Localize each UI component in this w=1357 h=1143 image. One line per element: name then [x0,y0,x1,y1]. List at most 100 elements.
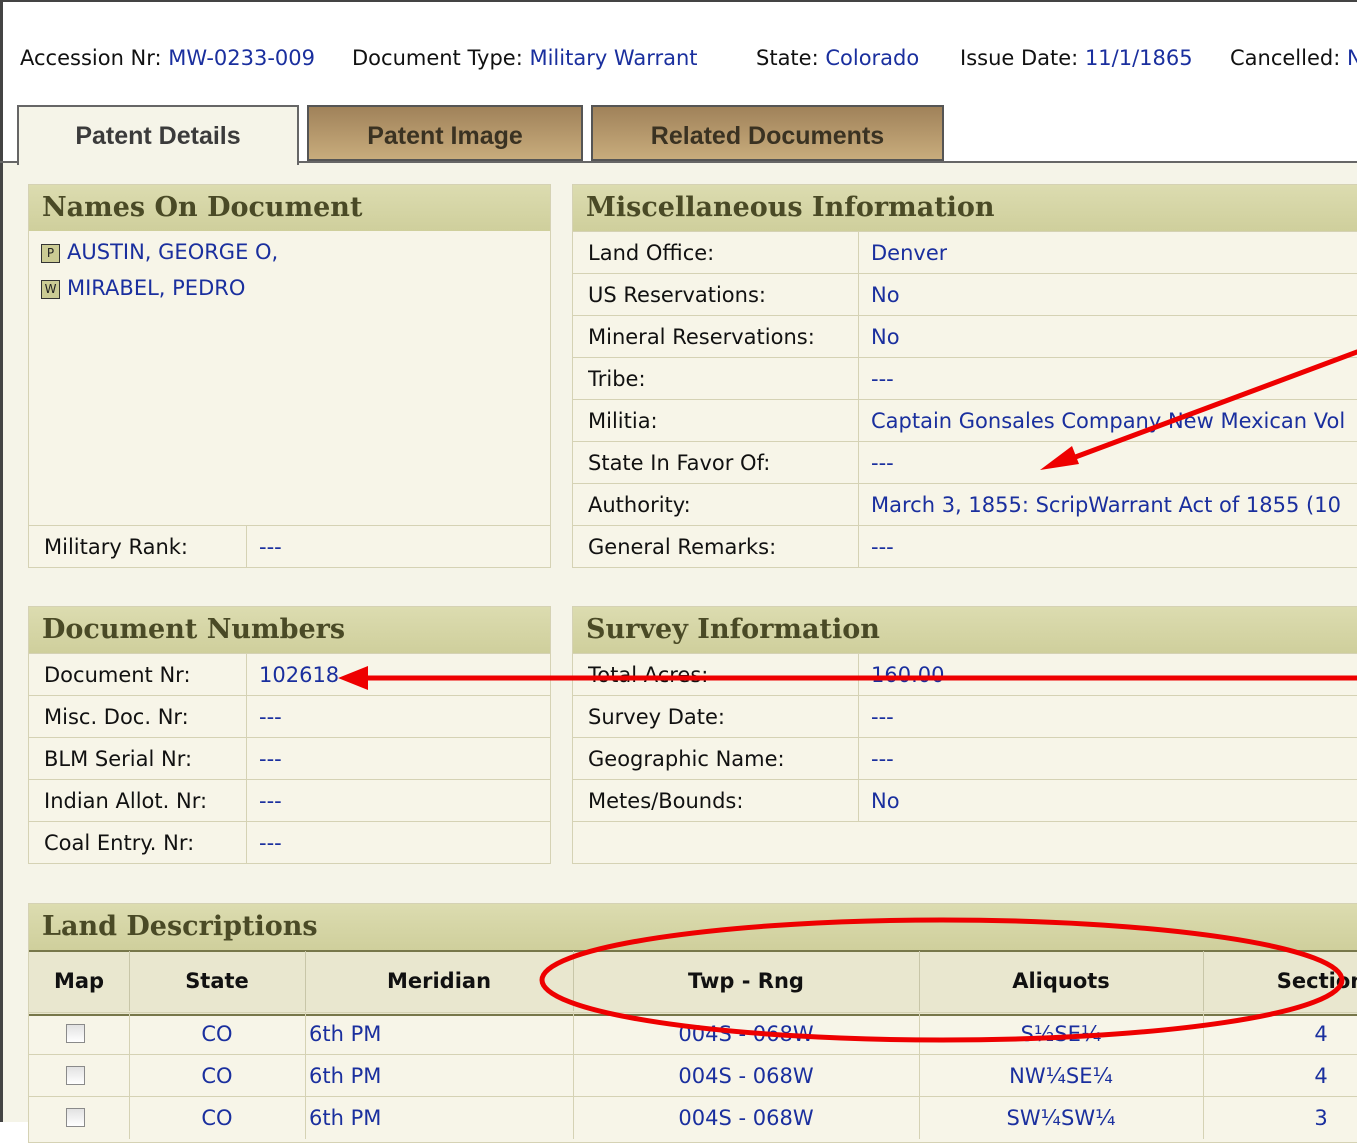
survey-value: 160.00 [871,663,945,687]
authority-link[interactable]: March 3, 1855: ScripWarrant Act of 1855 … [871,484,1341,526]
misc-panel-title: Miscellaneous Information [573,185,1357,231]
table-row: CO 6th PM 004S - 068W NW¼SE¼ 4 [29,1054,1357,1097]
misc-value: Captain Gonsales Company New Mexican Vol [871,409,1346,433]
docnum-row: Indian Allot. Nr: --- [29,779,550,822]
survey-value: --- [871,747,894,771]
document-nr-link[interactable]: 102618 [259,654,339,696]
cell-section: 4 [1314,1022,1328,1046]
cell-section: 4 [1314,1064,1328,1088]
cell-aliquots: SW¼SW¼ [1006,1106,1116,1130]
cell-section: 3 [1314,1106,1328,1130]
col-meridian: Meridian [386,969,492,993]
accession-label: Accession Nr: [20,46,162,70]
misc-row-mineral-reservations: Mineral Reservations: No [573,315,1357,358]
cell-aliquots: S½SE¼ [1020,1022,1102,1046]
map-checkbox[interactable] [66,1066,85,1085]
misc-value: --- [871,451,894,475]
survey-row: Survey Date: --- [573,695,1357,738]
military-rank-row: Military Rank: --- [29,525,550,568]
issue-date-value: 11/1/1865 [1084,46,1193,70]
active-tab-gap [19,160,297,164]
survey-label: Metes/Bounds: [588,789,744,813]
map-checkbox[interactable] [66,1024,85,1043]
state-value: Colorado [825,46,920,70]
document-type-value: Military Warrant [529,46,698,70]
misc-label: Tribe: [588,367,646,391]
document-type-label: Document Type: [352,46,523,70]
land-descriptions-panel: Land Descriptions Map State Meridian Twp… [28,903,1357,1143]
misc-label: General Remarks: [588,535,777,559]
name-entry: W MIRABEL, PEDRO [41,271,245,305]
misc-panel: Miscellaneous Information Land Office: D… [572,184,1357,568]
col-aliquots: Aliquots [1012,969,1110,993]
misc-row-tribe: Tribe: --- [573,357,1357,400]
survey-row: Geographic Name: --- [573,737,1357,780]
misc-row-general-remarks: General Remarks: --- [573,525,1357,568]
docnum-value: --- [259,789,282,813]
accession-value: MW-0233-009 [168,46,316,70]
cancelled-field: Cancelled: N [1230,46,1357,70]
document-type-field: Document Type: Military Warrant [352,46,698,70]
docnum-label: BLM Serial Nr: [44,747,193,771]
tab-patent-image[interactable]: Patent Image [307,105,583,161]
document-numbers-panel: Document Numbers Document Nr: 102618 Mis… [28,606,551,864]
docnum-row: Document Nr: 102618 [29,653,550,696]
table-row: CO 6th PM 004S - 068W S½SE¼ 4 [29,1012,1357,1055]
survey-label: Total Acres: [588,663,709,687]
survey-label: Survey Date: [588,705,725,729]
docnum-label: Coal Entry. Nr: [44,831,195,855]
docnum-label: Misc. Doc. Nr: [44,705,189,729]
patentee-badge: P [41,244,60,263]
misc-label: Militia: [588,409,658,433]
misc-value: No [871,283,900,307]
name-link[interactable]: MIRABEL, PEDRO [67,276,245,300]
military-rank-value: --- [259,535,282,559]
survey-row: Total Acres: 160.00 [573,653,1357,696]
cell-state: CO [201,1022,233,1046]
misc-value: --- [871,367,894,391]
docnum-value: --- [259,747,282,771]
col-section: Section [1276,969,1357,993]
misc-value: --- [871,535,894,559]
state-field: State: Colorado [756,46,919,70]
docnum-row: Coal Entry. Nr: --- [29,821,550,864]
col-map: Map [53,969,105,993]
misc-row-state-in-favor-of: State In Favor Of: --- [573,441,1357,484]
cell-state: CO [201,1064,233,1088]
cell-aliquots: NW¼SE¼ [1009,1064,1113,1088]
misc-label: Mineral Reservations: [588,325,815,349]
warrantee-badge: W [41,280,60,299]
misc-row-us-reservations: US Reservations: No [573,273,1357,316]
names-panel: Names On Document P AUSTIN, GEORGE O, W MI… [28,184,551,568]
cell-meridian: 6th PM [309,1064,382,1088]
survey-panel: Survey Information Total Acres: 160.00 S… [572,606,1357,864]
misc-row-militia: Militia: Captain Gonsales Company New Me… [573,399,1357,442]
survey-bottom-rule [573,821,1357,822]
military-rank-label: Military Rank: [44,535,189,559]
name-link[interactable]: AUSTIN, GEORGE O, [67,240,278,264]
cell-meridian: 6th PM [309,1106,382,1130]
document-numbers-title: Document Numbers [29,607,550,653]
tab-patent-details[interactable]: Patent Details [17,105,299,165]
cell-twp-rng: 004S - 068W [678,1022,814,1046]
docnum-label: Indian Allot. Nr: [44,789,208,813]
misc-row-land-office: Land Office: Denver [573,231,1357,274]
col-state: State [185,969,249,993]
misc-label: State In Favor Of: [588,451,771,475]
issue-date-label: Issue Date: [960,46,1079,70]
docnum-row: Misc. Doc. Nr: --- [29,695,550,738]
docnum-row: BLM Serial Nr: --- [29,737,550,780]
table-row: CO 6th PM 004S - 068W SW¼SW¼ 3 [29,1096,1357,1139]
survey-label: Geographic Name: [588,747,785,771]
survey-panel-title: Survey Information [573,607,1357,653]
names-panel-title: Names On Document [29,185,550,231]
map-checkbox[interactable] [66,1108,85,1127]
survey-value: --- [871,705,894,729]
col-twp-rng: Twp - Rng [688,969,804,993]
issue-date-field: Issue Date: 11/1/1865 [960,46,1193,70]
land-descriptions-title: Land Descriptions [29,904,1357,950]
tab-related-documents[interactable]: Related Documents [591,105,944,161]
state-label: State: [756,46,819,70]
cell-twp-rng: 004S - 068W [678,1064,814,1088]
cancelled-label: Cancelled: [1230,46,1341,70]
